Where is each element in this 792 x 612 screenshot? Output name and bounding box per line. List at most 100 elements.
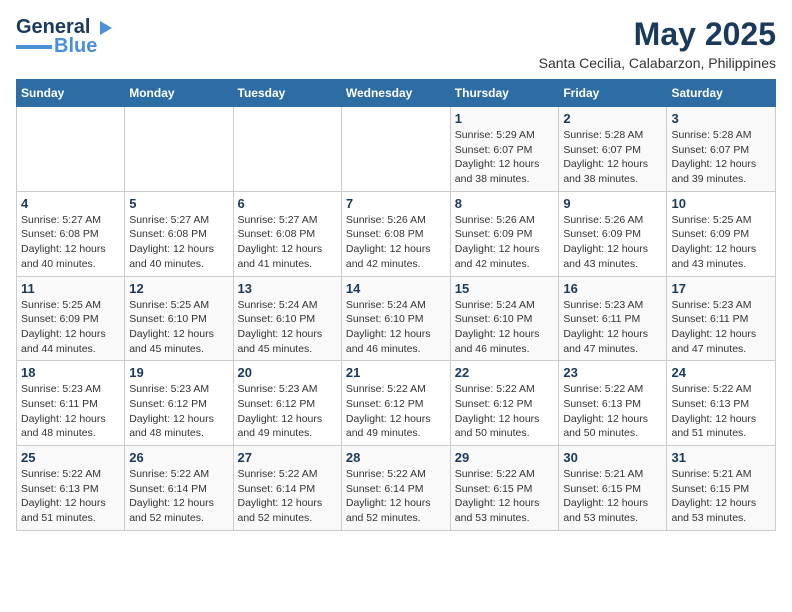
cell-info: Sunrise: 5:22 AM Sunset: 6:13 PM Dayligh… — [21, 467, 120, 526]
calendar-cell: 27 Sunrise: 5:22 AM Sunset: 6:14 PM Dayli… — [233, 446, 341, 531]
cell-info: Sunrise: 5:24 AM Sunset: 6:10 PM Dayligh… — [455, 298, 555, 357]
cell-info: Sunrise: 5:24 AM Sunset: 6:10 PM Dayligh… — [346, 298, 446, 357]
cell-info: Sunrise: 5:22 AM Sunset: 6:15 PM Dayligh… — [455, 467, 555, 526]
calendar-cell: 15 Sunrise: 5:24 AM Sunset: 6:10 PM Dayli… — [450, 276, 559, 361]
logo: General Blue — [16, 16, 114, 58]
calendar-cell: 2 Sunrise: 5:28 AM Sunset: 6:07 PM Daylig… — [559, 107, 667, 192]
cell-info: Sunrise: 5:23 AM Sunset: 6:11 PM Dayligh… — [563, 298, 662, 357]
cell-info: Sunrise: 5:22 AM Sunset: 6:13 PM Dayligh… — [563, 382, 662, 441]
cell-day-number: 13 — [238, 281, 337, 296]
calendar-cell: 14 Sunrise: 5:24 AM Sunset: 6:10 PM Dayli… — [341, 276, 450, 361]
main-title: May 2025 — [539, 16, 776, 53]
calendar-cell: 12Sunrise: 5:25 AM Sunset: 6:10 PM Dayli… — [125, 276, 233, 361]
cell-info: Sunrise: 5:29 AM Sunset: 6:07 PM Dayligh… — [455, 128, 555, 187]
title-area: May 2025 Santa Cecilia, Calabarzon, Phil… — [539, 16, 776, 71]
calendar-cell: 16 Sunrise: 5:23 AM Sunset: 6:11 PM Dayli… — [559, 276, 667, 361]
cell-info: Sunrise: 5:23 AM Sunset: 6:11 PM Dayligh… — [671, 298, 771, 357]
cell-info: Sunrise: 5:27 AM Sunset: 6:08 PM Dayligh… — [21, 213, 120, 272]
cell-day-number: 18 — [21, 365, 120, 380]
cell-day-number: 24 — [671, 365, 771, 380]
calendar-cell: 28 Sunrise: 5:22 AM Sunset: 6:14 PM Dayli… — [341, 446, 450, 531]
calendar-week-2: 4 Sunrise: 5:27 AM Sunset: 6:08 PM Daylig… — [17, 191, 776, 276]
cell-day-number: 14 — [346, 281, 446, 296]
cell-info: Sunrise: 5:26 AM Sunset: 6:09 PM Dayligh… — [455, 213, 555, 272]
calendar-cell: 20Sunrise: 5:23 AM Sunset: 6:12 PM Dayli… — [233, 361, 341, 446]
cell-day-number: 27 — [238, 450, 337, 465]
cell-day-number: 2 — [563, 111, 662, 126]
cell-info: Sunrise: 5:25 AM Sunset: 6:09 PM Dayligh… — [671, 213, 771, 272]
cell-day-number: 23 — [563, 365, 662, 380]
cell-info: Sunrise: 5:23 AM Sunset: 6:12 PM Dayligh… — [129, 382, 228, 441]
day-header-thursday: Thursday — [450, 80, 559, 107]
cell-day-number: 7 — [346, 196, 446, 211]
cell-info: Sunrise: 5:27 AM Sunset: 6:08 PM Dayligh… — [129, 213, 228, 272]
calendar-cell: 21 Sunrise: 5:22 AM Sunset: 6:12 PM Dayli… — [341, 361, 450, 446]
calendar-cell: 25 Sunrise: 5:22 AM Sunset: 6:13 PM Dayli… — [17, 446, 125, 531]
calendar-cell: 5 Sunrise: 5:27 AM Sunset: 6:08 PM Daylig… — [125, 191, 233, 276]
cell-info: Sunrise: 5:26 AM Sunset: 6:08 PM Dayligh… — [346, 213, 446, 272]
cell-day-number: 16 — [563, 281, 662, 296]
day-header-wednesday: Wednesday — [341, 80, 450, 107]
cell-info: Sunrise: 5:24 AM Sunset: 6:10 PM Dayligh… — [238, 298, 337, 357]
calendar-cell: 3Sunrise: 5:28 AM Sunset: 6:07 PM Daylig… — [667, 107, 776, 192]
calendar-cell — [341, 107, 450, 192]
cell-day-number: 29 — [455, 450, 555, 465]
cell-day-number: 8 — [455, 196, 555, 211]
calendar-cell: 23 Sunrise: 5:22 AM Sunset: 6:13 PM Dayli… — [559, 361, 667, 446]
cell-info: Sunrise: 5:22 AM Sunset: 6:14 PM Dayligh… — [346, 467, 446, 526]
cell-info: Sunrise: 5:25 AM Sunset: 6:10 PM Dayligh… — [129, 298, 228, 357]
cell-info: Sunrise: 5:28 AM Sunset: 6:07 PM Dayligh… — [563, 128, 662, 187]
calendar-week-5: 25 Sunrise: 5:22 AM Sunset: 6:13 PM Dayli… — [17, 446, 776, 531]
cell-day-number: 26 — [129, 450, 228, 465]
cell-day-number: 25 — [21, 450, 120, 465]
cell-info: Sunrise: 5:22 AM Sunset: 6:12 PM Dayligh… — [346, 382, 446, 441]
cell-day-number: 22 — [455, 365, 555, 380]
cell-day-number: 31 — [671, 450, 771, 465]
calendar-week-3: 11Sunrise: 5:25 AM Sunset: 6:09 PM Dayli… — [17, 276, 776, 361]
calendar-cell: 18 Sunrise: 5:23 AM Sunset: 6:11 PM Dayli… — [17, 361, 125, 446]
cell-day-number: 3 — [671, 111, 771, 126]
day-header-saturday: Saturday — [667, 80, 776, 107]
calendar-header-row: SundayMondayTuesdayWednesdayThursdayFrid… — [17, 80, 776, 107]
cell-day-number: 28 — [346, 450, 446, 465]
cell-day-number: 4 — [21, 196, 120, 211]
cell-info: Sunrise: 5:21 AM Sunset: 6:15 PM Dayligh… — [563, 467, 662, 526]
calendar-cell: 11Sunrise: 5:25 AM Sunset: 6:09 PM Dayli… — [17, 276, 125, 361]
calendar-cell: 10 Sunrise: 5:25 AM Sunset: 6:09 PM Dayli… — [667, 191, 776, 276]
calendar-cell: 24Sunrise: 5:22 AM Sunset: 6:13 PM Dayli… — [667, 361, 776, 446]
logo-blue: Blue — [54, 35, 97, 58]
calendar-week-1: 1 Sunrise: 5:29 AM Sunset: 6:07 PM Daylig… — [17, 107, 776, 192]
day-header-monday: Monday — [125, 80, 233, 107]
calendar-cell: 13 Sunrise: 5:24 AM Sunset: 6:10 PM Dayli… — [233, 276, 341, 361]
day-header-tuesday: Tuesday — [233, 80, 341, 107]
cell-day-number: 17 — [671, 281, 771, 296]
day-header-sunday: Sunday — [17, 80, 125, 107]
cell-info: Sunrise: 5:22 AM Sunset: 6:14 PM Dayligh… — [238, 467, 337, 526]
cell-day-number: 10 — [671, 196, 771, 211]
cell-day-number: 21 — [346, 365, 446, 380]
cell-day-number: 1 — [455, 111, 555, 126]
calendar: SundayMondayTuesdayWednesdayThursdayFrid… — [16, 79, 776, 531]
calendar-body: 1 Sunrise: 5:29 AM Sunset: 6:07 PM Daylig… — [17, 107, 776, 531]
cell-day-number: 30 — [563, 450, 662, 465]
header: General Blue May 2025 Santa Cecilia, Cal… — [16, 16, 776, 71]
calendar-cell: 4 Sunrise: 5:27 AM Sunset: 6:08 PM Daylig… — [17, 191, 125, 276]
calendar-cell: 22 Sunrise: 5:22 AM Sunset: 6:12 PM Dayli… — [450, 361, 559, 446]
cell-info: Sunrise: 5:22 AM Sunset: 6:14 PM Dayligh… — [129, 467, 228, 526]
calendar-cell: 7 Sunrise: 5:26 AM Sunset: 6:08 PM Daylig… — [341, 191, 450, 276]
calendar-cell — [233, 107, 341, 192]
cell-info: Sunrise: 5:22 AM Sunset: 6:12 PM Dayligh… — [455, 382, 555, 441]
cell-day-number: 5 — [129, 196, 228, 211]
calendar-cell — [125, 107, 233, 192]
calendar-cell: 30 Sunrise: 5:21 AM Sunset: 6:15 PM Dayli… — [559, 446, 667, 531]
calendar-cell: 8 Sunrise: 5:26 AM Sunset: 6:09 PM Daylig… — [450, 191, 559, 276]
calendar-week-4: 18 Sunrise: 5:23 AM Sunset: 6:11 PM Dayli… — [17, 361, 776, 446]
cell-info: Sunrise: 5:23 AM Sunset: 6:11 PM Dayligh… — [21, 382, 120, 441]
cell-info: Sunrise: 5:26 AM Sunset: 6:09 PM Dayligh… — [563, 213, 662, 272]
logo-bar — [16, 45, 52, 49]
calendar-cell: 9 Sunrise: 5:26 AM Sunset: 6:09 PM Daylig… — [559, 191, 667, 276]
cell-day-number: 9 — [563, 196, 662, 211]
calendar-cell: 1 Sunrise: 5:29 AM Sunset: 6:07 PM Daylig… — [450, 107, 559, 192]
cell-day-number: 15 — [455, 281, 555, 296]
cell-day-number: 19 — [129, 365, 228, 380]
